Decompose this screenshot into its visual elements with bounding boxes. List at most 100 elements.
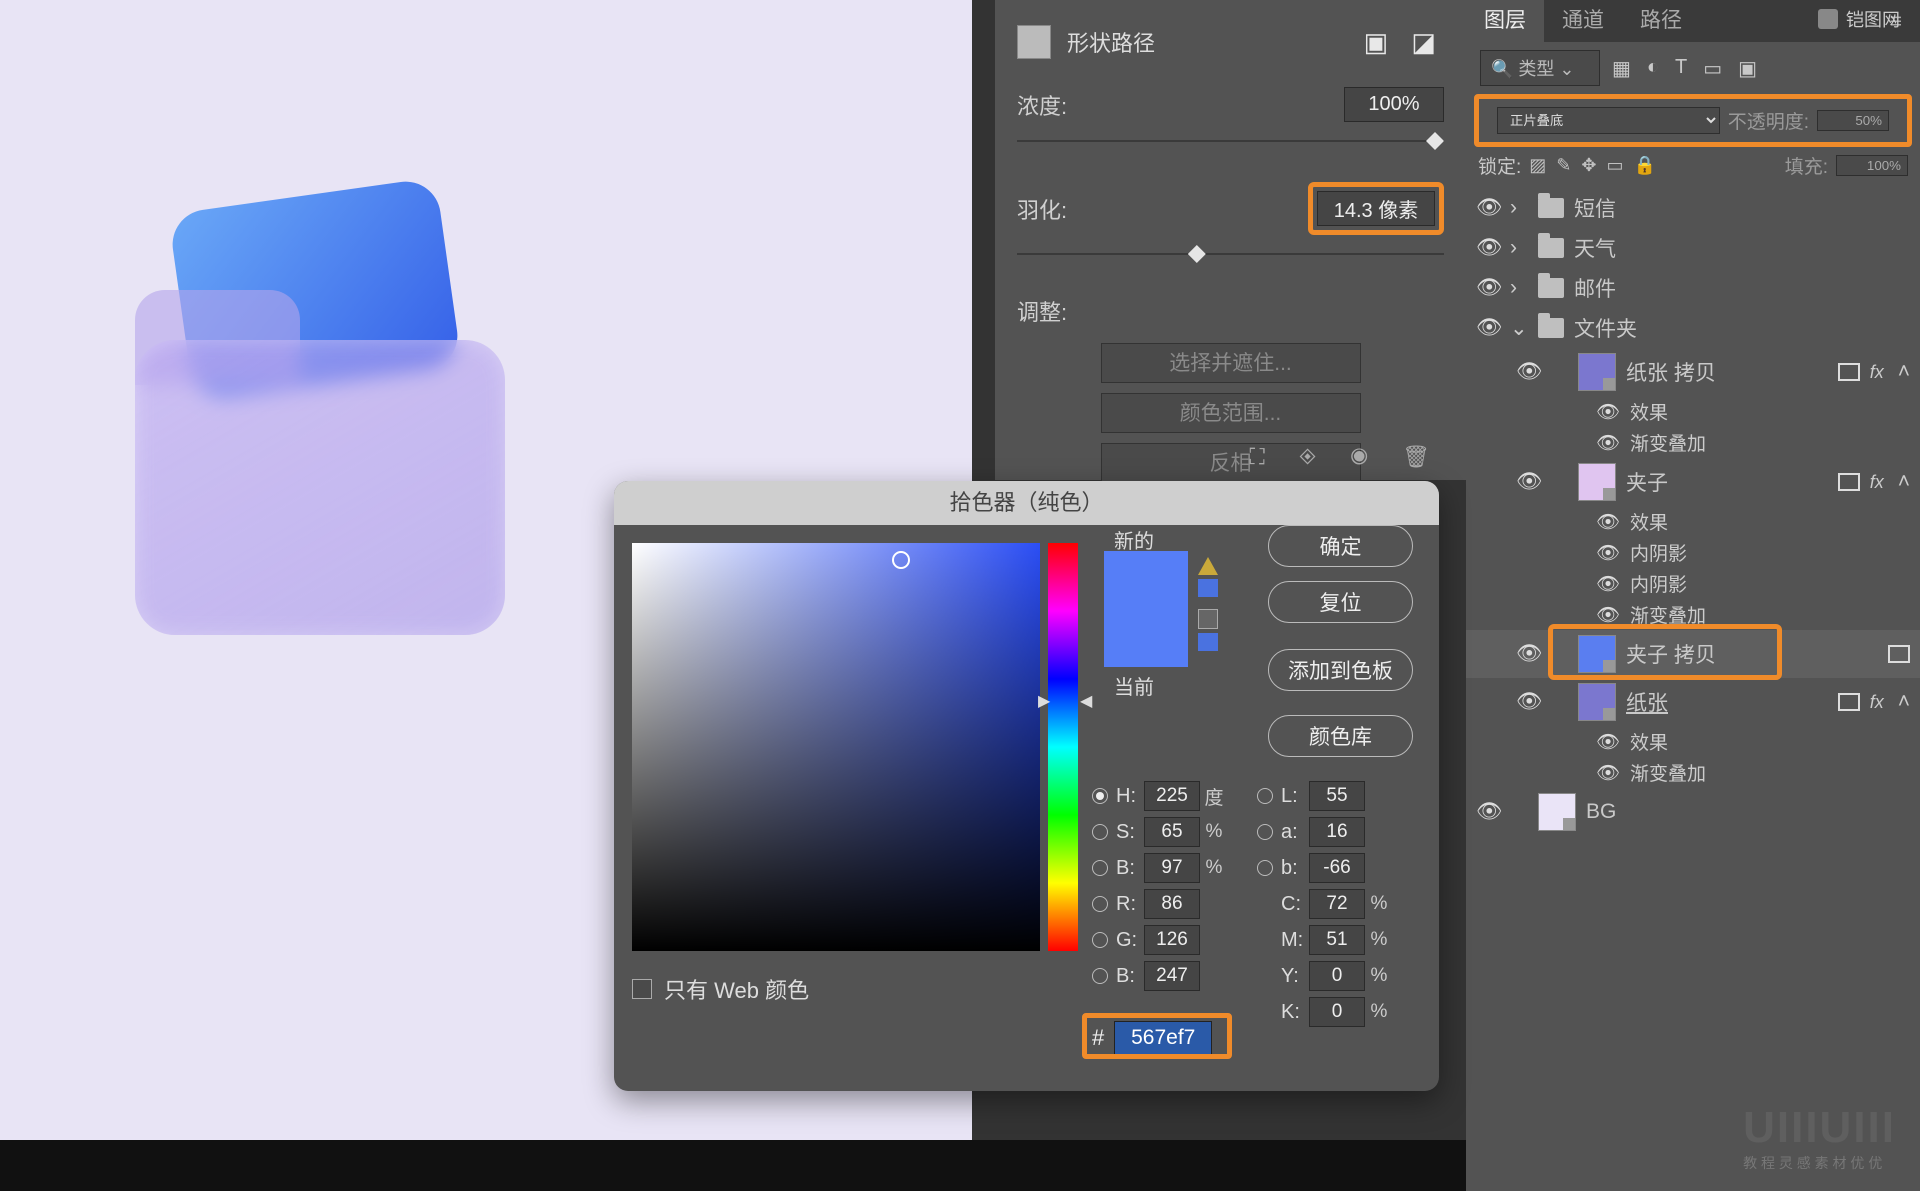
visibility-icon[interactable]: 👁: [1516, 360, 1540, 384]
visibility-icon[interactable]: 👁: [1476, 276, 1500, 300]
expand-icon[interactable]: ›: [1510, 236, 1528, 260]
fx-collapse-icon[interactable]: ˄: [1898, 360, 1910, 384]
effect-item[interactable]: 👁效果: [1466, 726, 1920, 757]
saturation-value-field[interactable]: [632, 543, 1040, 951]
shape-layer[interactable]: 👁夹子fx˄: [1466, 458, 1920, 506]
layer-group[interactable]: 👁›天气: [1466, 228, 1920, 268]
web-only-checkbox[interactable]: [632, 979, 652, 999]
radio-l[interactable]: [1257, 788, 1273, 804]
visibility-icon[interactable]: 👁: [1516, 470, 1540, 494]
effect-item[interactable]: 👁渐变叠加: [1466, 599, 1920, 630]
tab-layers[interactable]: 图层: [1466, 0, 1544, 42]
visibility-icon[interactable]: 👁: [1516, 690, 1540, 714]
density-slider[interactable]: [1017, 132, 1444, 150]
opacity-input[interactable]: [1817, 110, 1889, 131]
dialog-title[interactable]: 拾色器（纯色）: [614, 481, 1439, 525]
fx-collapse-icon[interactable]: ˄: [1898, 690, 1910, 714]
b-lab-input[interactable]: [1309, 853, 1365, 883]
websafe-warning-icon[interactable]: [1198, 609, 1218, 629]
b-hsb-input[interactable]: [1144, 853, 1200, 883]
shape-layer-selected[interactable]: 👁夹子 拷贝: [1466, 630, 1920, 678]
gamut-warning-icon[interactable]: [1198, 557, 1218, 575]
radio-b[interactable]: [1092, 860, 1108, 876]
feather-label: 羽化:: [1017, 193, 1308, 225]
effect-item[interactable]: 👁内阴影: [1466, 537, 1920, 568]
visibility-icon[interactable]: 👁: [1476, 316, 1500, 340]
shape-layer[interactable]: 👁纸张 拷贝fx˄: [1466, 348, 1920, 396]
radio-g[interactable]: [1092, 932, 1108, 948]
y-input[interactable]: [1309, 961, 1365, 991]
fill-input[interactable]: [1836, 155, 1908, 176]
folder-icon: [1538, 238, 1564, 258]
lock-all-icon: 🔒: [1634, 155, 1656, 176]
visibility-icon[interactable]: 👁: [1476, 196, 1500, 220]
filter-type-select[interactable]: 🔍 类型 ⌄: [1480, 50, 1600, 86]
hue-slider[interactable]: [1048, 543, 1078, 951]
mask-mode-icons[interactable]: ▣ ◪: [1364, 27, 1444, 58]
b-rgb-input[interactable]: [1144, 961, 1200, 991]
expand-icon[interactable]: ›: [1510, 276, 1528, 300]
sv-cursor[interactable]: [892, 551, 910, 569]
expand-icon[interactable]: ›: [1510, 196, 1528, 220]
web-only-label: 只有 Web 颜色: [664, 973, 809, 1005]
radio-r[interactable]: [1092, 896, 1108, 912]
radio-s[interactable]: [1092, 824, 1108, 840]
current-color-swatch[interactable]: [1104, 609, 1188, 667]
density-input[interactable]: [1344, 87, 1444, 122]
effect-item[interactable]: 👁效果: [1466, 396, 1920, 427]
layer-group[interactable]: 👁›邮件: [1466, 268, 1920, 308]
visibility-icon[interactable]: 👁: [1516, 642, 1540, 666]
tab-channels[interactable]: 通道: [1544, 0, 1622, 42]
radio-a[interactable]: [1257, 824, 1273, 840]
shape-layer[interactable]: 👁纸张fx˄: [1466, 678, 1920, 726]
a-input[interactable]: [1309, 817, 1365, 847]
fx-badge[interactable]: fx: [1870, 472, 1884, 493]
radio-b2[interactable]: [1257, 860, 1273, 876]
feather-slider[interactable]: [1017, 245, 1444, 263]
fx-badge[interactable]: fx: [1870, 692, 1884, 713]
effect-item[interactable]: 👁内阴影: [1466, 568, 1920, 599]
ok-button[interactable]: 确定: [1268, 525, 1413, 567]
visibility-icon[interactable]: 👁: [1476, 800, 1500, 824]
feather-input[interactable]: [1317, 191, 1435, 226]
visibility-icon[interactable]: 👁: [1476, 236, 1500, 260]
effect-item[interactable]: 👁渐变叠加: [1466, 427, 1920, 458]
m-input[interactable]: [1309, 925, 1365, 955]
shape-layer[interactable]: 👁BG: [1466, 788, 1920, 836]
mask-thumbnail[interactable]: [1017, 25, 1051, 59]
radio-h[interactable]: [1092, 788, 1108, 804]
websafe-warning-swatch[interactable]: [1198, 633, 1218, 651]
filter-icons[interactable]: ▦◐T▭▣: [1612, 56, 1757, 81]
collapse-icon[interactable]: ⌄: [1510, 316, 1528, 341]
layer-group[interactable]: 👁›短信: [1466, 188, 1920, 228]
color-range-button[interactable]: 颜色范围...: [1101, 393, 1361, 433]
link-icon[interactable]: [1838, 363, 1860, 381]
new-color-label: 新的: [1114, 525, 1154, 554]
s-input[interactable]: [1144, 817, 1200, 847]
g-input[interactable]: [1144, 925, 1200, 955]
color-library-button[interactable]: 颜色库: [1268, 715, 1413, 757]
lock-icons[interactable]: ▨✎✥▭🔒: [1529, 155, 1656, 176]
k-input[interactable]: [1309, 997, 1365, 1027]
layer-group[interactable]: 👁⌄文件夹: [1466, 308, 1920, 348]
select-and-mask-button[interactable]: 选择并遮住...: [1101, 343, 1361, 383]
reset-button[interactable]: 复位: [1268, 581, 1413, 623]
radio-bc[interactable]: [1092, 968, 1108, 984]
r-input[interactable]: [1144, 889, 1200, 919]
mask-actions-icons[interactable]: ⛶ ◈ ◉ 🗑: [1249, 444, 1444, 470]
gamut-warning-swatch[interactable]: [1198, 579, 1218, 597]
blend-mode-select[interactable]: 正片叠底: [1497, 107, 1720, 134]
folder-icon: [1538, 278, 1564, 298]
fx-collapse-icon[interactable]: ˄: [1898, 470, 1910, 494]
effect-item[interactable]: 👁效果: [1466, 506, 1920, 537]
h-input[interactable]: [1144, 781, 1200, 811]
add-to-swatch-button[interactable]: 添加到色板: [1268, 649, 1413, 691]
effect-item[interactable]: 👁渐变叠加: [1466, 757, 1920, 788]
link-icon[interactable]: [1888, 645, 1910, 663]
link-icon[interactable]: [1838, 473, 1860, 491]
l-input[interactable]: [1309, 781, 1365, 811]
link-icon[interactable]: [1838, 693, 1860, 711]
c-input[interactable]: [1309, 889, 1365, 919]
fx-badge[interactable]: fx: [1870, 362, 1884, 383]
tab-paths[interactable]: 路径: [1622, 0, 1700, 42]
